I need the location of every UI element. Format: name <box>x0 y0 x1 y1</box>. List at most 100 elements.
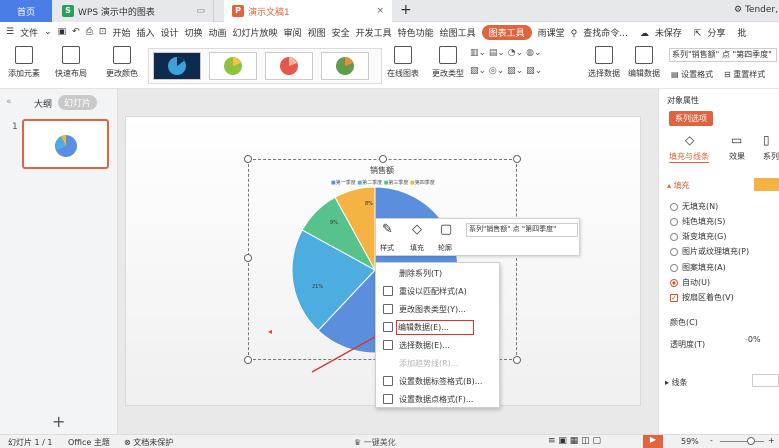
edit-data-button[interactable]: 编辑数据 <box>628 46 660 79</box>
quick-layout-button[interactable]: 快速布局 <box>55 46 87 79</box>
style-button[interactable]: 样式 <box>380 243 394 253</box>
menu-review[interactable]: 审阅 <box>284 26 302 39</box>
menu-format-data-labels[interactable]: 设置数据标签格式(B)... <box>376 373 501 390</box>
chart-style-thumb-4[interactable] <box>321 52 369 80</box>
fill-color-swatch[interactable] <box>754 178 779 191</box>
radio-pattern-fill[interactable]: 图案填充(A) <box>670 262 726 273</box>
menu-reset-style[interactable]: 重设以匹配样式(A) <box>376 283 501 300</box>
chart-style-thumb-2[interactable] <box>209 52 257 80</box>
menu-change-chart-type[interactable]: 更改图表类型(Y)... <box>376 301 501 318</box>
chevron-down-icon[interactable]: ⌄ <box>44 27 52 37</box>
resize-handle-bl[interactable] <box>244 356 252 364</box>
slide-thumbnail-1[interactable] <box>22 119 109 169</box>
menu-security[interactable]: 安全 <box>332 26 350 39</box>
add-element-button[interactable]: 添加元素 <box>8 46 40 79</box>
fill-bucket-icon[interactable]: ◇ <box>412 222 422 237</box>
series-selector[interactable]: 系列"销售额" 点 "第四季度" <box>669 48 777 62</box>
tab-home[interactable]: 首页 <box>0 0 52 22</box>
share-button[interactable]: ⇱ 分享 <box>694 26 732 39</box>
fill-section-header[interactable]: ▴ 填充 <box>667 180 690 191</box>
theme-name[interactable]: Office 主题 <box>68 437 110 448</box>
radio-picture-fill[interactable]: 图片或纹理填充(P) <box>670 246 749 257</box>
set-format-button[interactable]: ▤ 设置格式 <box>671 69 713 80</box>
menu-transition[interactable]: 切换 <box>185 26 203 39</box>
resize-handle-ml[interactable] <box>244 254 252 262</box>
select-data-button[interactable]: 选择数据 <box>588 46 620 79</box>
view-buttons[interactable]: ≡ ▣ ▦ ◫ ▢ <box>548 436 601 446</box>
new-tab-button[interactable]: + <box>400 2 412 18</box>
radio-auto-fill[interactable]: 自动(U) <box>670 277 710 288</box>
zoom-out-button[interactable]: - <box>710 436 713 445</box>
outline-button[interactable]: 轮廓 <box>438 243 452 253</box>
tab-fill-line[interactable]: 填充与线条 <box>669 151 709 163</box>
zoom-slider[interactable] <box>720 441 764 442</box>
chart-style-thumb-3[interactable] <box>265 52 313 80</box>
menu-chart-tools[interactable]: 图表工具 <box>481 24 532 40</box>
online-chart-button[interactable]: 在线图表 <box>387 46 419 79</box>
checkbox-vary-by-sector[interactable]: ✓ 按扇区着色(V) <box>670 292 734 303</box>
outline-tab[interactable]: 大纲 <box>34 97 52 110</box>
comment-button[interactable]: 批 <box>737 26 746 39</box>
monitor-icon[interactable]: ▭ <box>196 6 205 16</box>
menu-select-data[interactable]: 选择数据(E)... <box>376 337 501 354</box>
radio-gradient-fill[interactable]: 渐变填充(G) <box>670 231 726 242</box>
menu-insert[interactable]: 插入 <box>136 26 154 39</box>
menu-drawing-tools[interactable]: 绘图工具 <box>440 26 476 39</box>
outline-icon[interactable]: ▢ <box>440 222 452 237</box>
resize-handle-tm[interactable] <box>379 155 387 163</box>
reset-style-button[interactable]: ⊟ 重置样式 <box>724 69 765 80</box>
zoom-level[interactable]: 59% <box>681 437 699 446</box>
menu-file[interactable]: 文件 <box>20 26 38 39</box>
data-label-2[interactable]: 9% <box>330 220 338 226</box>
series-point-selector[interactable]: 系列"销售额" 点 "第四季度" <box>466 223 578 237</box>
tab-effect[interactable]: 效果 <box>729 151 745 162</box>
line-style-dropdown[interactable] <box>752 374 779 387</box>
menu-developer[interactable]: 开发工具 <box>356 26 392 39</box>
data-label-3[interactable]: 21% <box>312 284 323 290</box>
document-protection[interactable]: ⊗ 文档未保护 <box>124 437 173 448</box>
tab-series[interactable]: 系列 <box>763 151 779 162</box>
fill-line-icon[interactable]: ◇ <box>685 133 694 147</box>
menu-delete-series[interactable]: 删除系列(T) <box>376 265 501 282</box>
menu-rain-classroom[interactable]: 雨课堂 <box>538 26 565 39</box>
resize-handle-tl[interactable] <box>244 155 252 163</box>
save-icon[interactable]: ▣ <box>58 27 67 37</box>
search-command[interactable]: ⚲ 查找命令... <box>571 26 634 39</box>
line-section-header[interactable]: ▸ 线条 <box>665 377 688 388</box>
change-type-button[interactable]: 更改类型 <box>432 46 464 79</box>
radio-solid-fill[interactable]: 纯色填充(S) <box>670 216 725 227</box>
tab-document-wps-chart[interactable]: S WPS 演示中的图表 ▭ <box>54 0 214 22</box>
tab-document-presentation1[interactable]: P 演示文稿1 × <box>224 0 392 22</box>
collapse-icon[interactable]: « <box>6 97 12 107</box>
menu-design[interactable]: 设计 <box>160 26 178 39</box>
menu-edit-data[interactable]: 编辑数据(E)... <box>376 319 501 336</box>
print-icon[interactable]: ⎙ <box>86 27 93 37</box>
menu-format-data-point[interactable]: 设置数据点格式(F)... <box>376 391 501 408</box>
series-options-dropdown[interactable]: 系列选项 <box>669 111 713 126</box>
hamburger-icon[interactable]: ☰ <box>6 27 14 37</box>
object-properties-title[interactable]: 对象属性 <box>667 95 699 106</box>
chart-element-buttons[interactable]: ▥⌄ ▤⌄ ◔⌄ ◍⌄ <box>470 48 541 58</box>
change-color-button[interactable]: 更改颜色 <box>106 46 138 79</box>
transparency-stepper[interactable]: -0% <box>745 335 761 344</box>
zoom-in-button[interactable]: + <box>768 436 775 445</box>
fill-button[interactable]: 填充 <box>410 243 424 253</box>
user-account[interactable]: ⚙ Tender, <box>734 5 778 15</box>
series-icon[interactable]: ▯ <box>763 133 770 147</box>
menu-start[interactable]: 开始 <box>112 26 130 39</box>
close-icon[interactable]: × <box>376 6 384 16</box>
menu-animation[interactable]: 动画 <box>209 26 227 39</box>
chart-element-buttons-row2[interactable]: ▧⌄ ◎⌄ ▨⌄ ▨⌄ <box>470 66 542 76</box>
resize-handle-tr[interactable] <box>513 155 521 163</box>
resize-handle-br[interactable] <box>513 356 521 364</box>
add-slide-button[interactable]: + <box>52 412 65 431</box>
chart-style-thumb-1[interactable] <box>153 52 201 80</box>
radio-no-fill[interactable]: 无填充(N) <box>670 201 718 212</box>
effect-icon[interactable]: ▭ <box>731 133 742 147</box>
slides-tab[interactable]: 幻灯片 <box>58 95 98 110</box>
menu-slideshow[interactable]: 幻灯片放映 <box>233 26 278 39</box>
play-slideshow-button[interactable]: ▶ <box>643 435 663 448</box>
undo-icon[interactable]: ↶ <box>72 27 80 37</box>
preview-icon[interactable]: ⊡ <box>99 27 107 37</box>
menu-view[interactable]: 视图 <box>308 26 326 39</box>
